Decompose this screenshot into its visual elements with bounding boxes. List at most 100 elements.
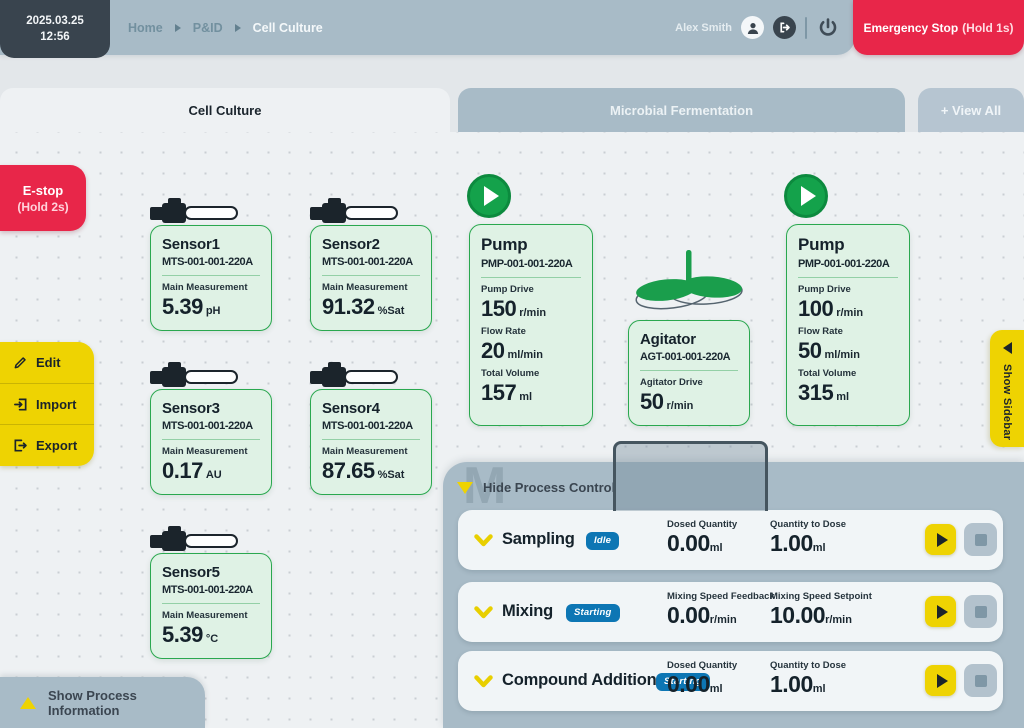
import-button[interactable]: Import: [0, 383, 94, 425]
measurement-unit: pH: [206, 305, 221, 317]
row-label: Sampling: [502, 530, 575, 549]
breadcrumb: Home P&ID Cell Culture: [128, 0, 323, 55]
show-process-information-label: Show Process Information: [48, 688, 205, 718]
show-process-information-button[interactable]: Show Process Information: [0, 677, 205, 728]
measurement-label: Main Measurement: [162, 610, 260, 621]
measurement-value: 87.65: [322, 458, 375, 483]
start-button[interactable]: [925, 665, 956, 696]
col-label: Mixing Speed Feedback: [667, 591, 775, 602]
col-unit: ml: [710, 542, 723, 554]
power-icon[interactable]: [816, 16, 840, 40]
user-name: Alex Smith: [675, 22, 732, 34]
pump-tag: PMP-001-001-220A: [798, 258, 898, 270]
measurement-unit: AU: [206, 469, 222, 481]
play-icon: [937, 533, 948, 547]
sensor-title: Sensor3: [162, 400, 260, 417]
measurement-value: 5.39: [162, 294, 203, 319]
export-icon: [13, 438, 28, 453]
start-button[interactable]: [925, 596, 956, 627]
status-badge: Starting: [566, 604, 620, 622]
card-divider: [798, 277, 898, 278]
chevron-down-icon[interactable]: [474, 606, 493, 619]
logout-button[interactable]: [773, 16, 796, 39]
measurement-unit: %Sat: [378, 469, 405, 481]
chevron-down-icon[interactable]: [474, 534, 493, 547]
field-unit: ml/min: [824, 349, 859, 361]
col-value: 0.00: [667, 530, 710, 556]
sensor-probe-icon: [150, 526, 240, 552]
hide-process-control-label: Hide Process Control: [483, 480, 615, 495]
show-sidebar-label: Show Sidebar: [1001, 364, 1013, 440]
emergency-stop-label: Emergency Stop: [863, 21, 958, 35]
card-divider: [481, 277, 581, 278]
card-divider: [322, 439, 420, 440]
pump-card-2[interactable]: Pump PMP-001-001-220A Pump Drive 100r/mi…: [786, 224, 910, 426]
pump-title: Pump: [481, 235, 581, 255]
field-label: Flow Rate: [481, 326, 581, 337]
field-value: 150: [481, 296, 516, 321]
start-button[interactable]: [925, 524, 956, 555]
card-divider: [162, 603, 260, 604]
sensor-probe-icon: [310, 362, 400, 388]
sensor-tag: MTS-001-001-220A: [322, 420, 420, 432]
row-col1: Dosed Quantity 0.00ml: [667, 660, 737, 698]
hide-process-control-button[interactable]: Hide Process Control: [457, 480, 615, 495]
chevron-down-icon[interactable]: [474, 675, 493, 688]
export-button[interactable]: Export: [0, 424, 94, 466]
estop-side-button[interactable]: E-stop (Hold 2s): [0, 165, 86, 231]
pump-title: Pump: [798, 235, 898, 255]
field-unit: r/min: [836, 307, 863, 319]
user-icon: [746, 21, 760, 35]
sensor-title: Sensor1: [162, 236, 260, 253]
chevron-left-icon: [1003, 342, 1012, 354]
show-sidebar-tab[interactable]: Show Sidebar: [990, 330, 1024, 447]
col-unit: r/min: [825, 614, 852, 626]
breadcrumb-home[interactable]: Home: [128, 21, 163, 35]
measurement-label: Main Measurement: [162, 446, 260, 457]
header-divider: [805, 17, 807, 39]
col-value: 1.00: [770, 530, 813, 556]
stop-button[interactable]: [964, 664, 997, 697]
edit-label: Edit: [36, 355, 61, 370]
breadcrumb-pid[interactable]: P&ID: [193, 21, 223, 35]
row-col2: Quantity to Dose 1.00ml: [770, 519, 846, 557]
card-divider: [162, 275, 260, 276]
col-label: Dosed Quantity: [667, 660, 737, 671]
pump-card-1[interactable]: Pump PMP-001-001-220A Pump Drive 150r/mi…: [469, 224, 593, 426]
agitator-card[interactable]: Agitator AGT-001-001-220A Agitator Drive…: [628, 320, 750, 426]
time-label: 12:56: [40, 30, 69, 45]
emergency-stop-button[interactable]: Emergency Stop (Hold 1s): [853, 0, 1024, 55]
bioreactor-vessel: [613, 441, 768, 511]
stop-button[interactable]: [964, 523, 997, 556]
pump1-run-indicator[interactable]: [467, 174, 511, 218]
sensor-card-5[interactable]: Sensor5 MTS-001-001-220A Main Measuremen…: [150, 553, 272, 659]
tab-microbial-fermentation[interactable]: Microbial Fermentation: [458, 88, 905, 132]
sensor-tag: MTS-001-001-220A: [162, 420, 260, 432]
sensor-tag: MTS-001-001-220A: [322, 256, 420, 268]
triangle-down-icon: [457, 482, 473, 494]
sensor-card-3[interactable]: Sensor3 MTS-001-001-220A Main Measuremen…: [150, 389, 272, 495]
field-label: Agitator Drive: [640, 377, 738, 388]
sensor-card-2[interactable]: Sensor2 MTS-001-001-220A Main Measuremen…: [310, 225, 432, 331]
measurement-value: 5.39: [162, 622, 203, 647]
pump2-run-indicator[interactable]: [784, 174, 828, 218]
measurement-unit: °C: [206, 633, 218, 645]
col-label: Mixing Speed Setpoint: [770, 591, 872, 602]
card-divider: [640, 370, 738, 371]
field-unit: r/min: [666, 400, 693, 412]
agitator-impeller-icon: [632, 250, 744, 312]
col-label: Dosed Quantity: [667, 519, 737, 530]
sensor-card-4[interactable]: Sensor4 MTS-001-001-220A Main Measuremen…: [310, 389, 432, 495]
edit-button[interactable]: Edit: [0, 342, 94, 383]
stop-icon: [975, 534, 987, 546]
tab-cell-culture[interactable]: Cell Culture: [0, 88, 450, 132]
col-label: Quantity to Dose: [770, 519, 846, 530]
measurement-value: 0.17: [162, 458, 203, 483]
sensor-card-1[interactable]: Sensor1 MTS-001-001-220A Main Measuremen…: [150, 225, 272, 331]
field-unit: ml: [519, 391, 532, 403]
field-value: 50: [798, 338, 821, 363]
tab-view-all[interactable]: + View All: [918, 88, 1024, 132]
avatar[interactable]: [741, 16, 764, 39]
stop-button[interactable]: [964, 595, 997, 628]
sensor-title: Sensor4: [322, 400, 420, 417]
